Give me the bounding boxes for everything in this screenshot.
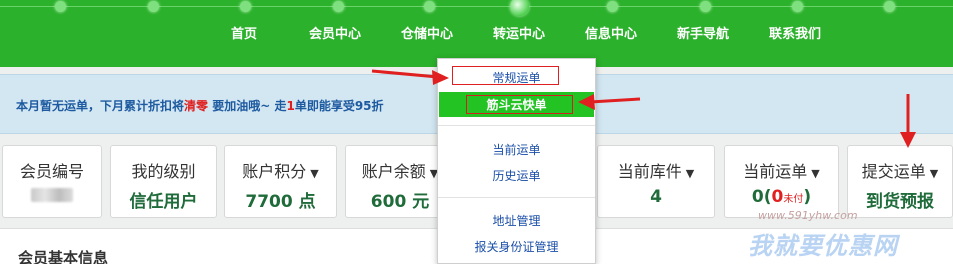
arrow-to-regular-waybill-icon bbox=[371, 69, 449, 85]
arrow-to-jindouyun-icon bbox=[578, 94, 641, 110]
watermark-logo: 我就要优惠网 bbox=[748, 232, 898, 260]
annotation-arrows bbox=[371, 69, 916, 148]
arrow-to-submit-waybill-icon bbox=[900, 94, 916, 148]
watermark-url: www.591yhw.com bbox=[758, 209, 858, 222]
